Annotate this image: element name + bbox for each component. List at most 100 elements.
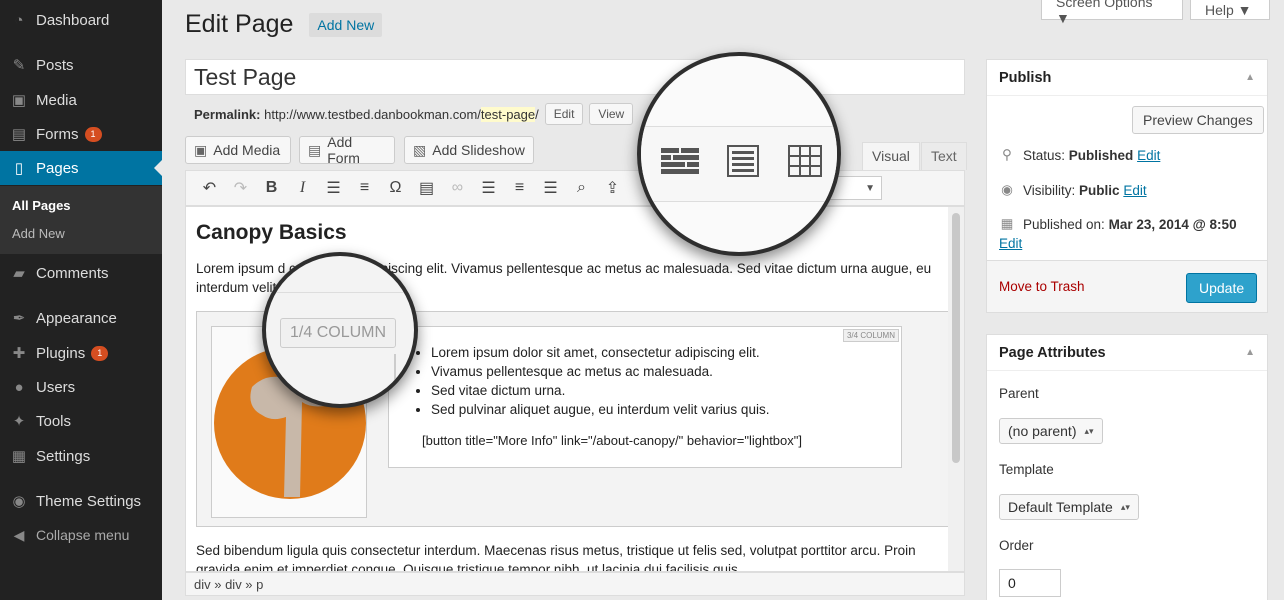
- edit-date-link[interactable]: Edit: [999, 236, 1022, 251]
- element-path: div » div » p: [185, 572, 965, 596]
- eye-icon: ◉: [1001, 182, 1013, 197]
- redo-icon[interactable]: ↷: [225, 173, 256, 203]
- permalink-label: Permalink:: [194, 106, 261, 122]
- theme-settings-icon: ◉: [12, 493, 26, 510]
- list-item: Sed vitae dictum urna.: [431, 381, 769, 400]
- magnifier-column-label: 1/4 COLUMN: [262, 252, 418, 408]
- magnifier-column-icons: [637, 52, 841, 256]
- move-to-trash-link[interactable]: Move to Trash: [999, 279, 1085, 294]
- italic-icon[interactable]: I: [287, 173, 318, 203]
- submenu-add-new[interactable]: Add New: [12, 226, 65, 241]
- template-select[interactable]: Default Template ▴▾: [999, 494, 1139, 520]
- chevron-down-icon: ▼: [865, 182, 875, 194]
- scrollbar-thumb[interactable]: [952, 213, 960, 463]
- permalink-row: Permalink: http://www.testbed.danbookman…: [194, 103, 634, 125]
- menu-tools[interactable]: ✦ Tools: [0, 404, 162, 438]
- media-icon: ▣: [194, 141, 208, 158]
- menu-posts[interactable]: ✎ Posts: [0, 48, 162, 82]
- menu-users[interactable]: ● Users: [0, 370, 162, 404]
- edit-visibility-link[interactable]: Edit: [1123, 183, 1146, 198]
- bold-icon[interactable]: B: [256, 173, 287, 203]
- pages-icon: ▯: [14, 160, 24, 177]
- add-new-button[interactable]: Add New: [309, 12, 383, 37]
- pages-submenu: All Pages Add New: [0, 186, 162, 254]
- omega-icon[interactable]: Ω: [380, 173, 411, 203]
- menu-dashboard[interactable]: ◔ Dashboard: [0, 3, 162, 37]
- status-row: ⚲ Status: Published Edit: [999, 147, 1160, 163]
- permalink-base: http://www.testbed.danbookman.com/: [264, 106, 481, 122]
- select-arrows-icon: ▴▾: [1084, 425, 1094, 436]
- button-shortcode: [button title="More Info" link="/about-c…: [422, 433, 802, 448]
- plugins-icon: ✚: [12, 345, 26, 362]
- page-attributes-box: Page Attributes ▲ Parent (no parent) ▴▾ Te…: [986, 334, 1268, 600]
- submenu-all-pages[interactable]: All Pages: [12, 198, 71, 213]
- menu-comments[interactable]: ▰ Comments: [0, 256, 162, 290]
- comments-icon: ▰: [13, 265, 25, 282]
- tab-visual[interactable]: Visual: [862, 142, 920, 170]
- view-page-button[interactable]: View: [589, 103, 634, 125]
- menu-forms[interactable]: ▤ Forms 1: [0, 117, 162, 151]
- list-item: Sed pulvinar aliquet augue, eu interdum …: [431, 400, 769, 419]
- page-header: Edit Page Add New: [185, 10, 383, 39]
- row-layout-icon[interactable]: [661, 148, 699, 174]
- add-slideshow-button[interactable]: ▧ Add Slideshow: [404, 136, 534, 164]
- settings-icon: ▦: [11, 448, 27, 465]
- list-item: Vivamus pellentesque ac metus ac malesua…: [431, 362, 769, 381]
- menu-settings[interactable]: ▦ Settings: [0, 439, 162, 473]
- content-heading: Canopy Basics: [196, 221, 347, 244]
- visibility-row: ◉ Visibility: Public Edit: [999, 182, 1146, 198]
- users-icon: ●: [14, 378, 24, 396]
- menu-theme-settings[interactable]: ◉ Theme Settings: [0, 484, 162, 518]
- title-input[interactable]: Test Page: [185, 59, 965, 95]
- screen-options-button[interactable]: Screen Options ▼: [1041, 0, 1183, 26]
- collapse-arrow-icon[interactable]: ▲: [1245, 72, 1255, 83]
- update-button[interactable]: Update: [1186, 273, 1258, 303]
- permalink-end: /: [535, 106, 539, 122]
- column-label-1-4: 1/4 COLUMN: [280, 318, 397, 348]
- align-right-icon[interactable]: ☰: [535, 173, 566, 203]
- media-icon: ▣: [11, 92, 27, 109]
- parent-select[interactable]: (no parent) ▴▾: [999, 418, 1103, 444]
- numbered-list-icon[interactable]: ≡: [349, 173, 380, 203]
- edit-status-link[interactable]: Edit: [1137, 148, 1160, 163]
- undo-icon[interactable]: ↶: [194, 173, 225, 203]
- column-label-3-4: 3/4 COLUMN: [842, 329, 899, 342]
- menu-media[interactable]: ▣ Media: [0, 83, 162, 117]
- search-icon[interactable]: ⌕: [566, 173, 597, 203]
- table-layout-icon[interactable]: [788, 145, 822, 177]
- publish-box: Publish ▲ Preview Changes ⚲ Status: Publis…: [986, 59, 1268, 313]
- plugins-badge: 1: [91, 345, 109, 361]
- editor-scrollbar[interactable]: [948, 207, 964, 571]
- add-media-button[interactable]: ▣ Add Media: [185, 136, 291, 164]
- share-icon[interactable]: ⇪: [597, 173, 628, 203]
- order-label: Order: [999, 538, 1034, 553]
- dashboard-icon: ◔: [14, 11, 24, 29]
- appearance-icon: ✒: [12, 310, 26, 327]
- collapse-arrow-icon[interactable]: ▲: [1245, 347, 1255, 358]
- menu-appearance[interactable]: ✒ Appearance: [0, 301, 162, 335]
- add-form-button[interactable]: ▤ Add Form: [299, 134, 395, 166]
- select-arrows-icon: ▴▾: [1120, 501, 1130, 512]
- page-attributes-header[interactable]: Page Attributes ▲: [987, 335, 1267, 371]
- list-layout-icon[interactable]: [727, 145, 759, 177]
- publish-box-header[interactable]: Publish ▲: [987, 60, 1267, 96]
- content-list: Lorem ipsum dolor sit amet, consectetur …: [431, 343, 769, 419]
- align-left-icon[interactable]: ☰: [473, 173, 504, 203]
- tab-text[interactable]: Text: [921, 142, 967, 170]
- align-center-icon[interactable]: ≡: [504, 173, 535, 203]
- permalink-slug: test-page: [480, 106, 536, 122]
- template-label: Template: [999, 462, 1054, 477]
- permalink-edit-button[interactable]: Edit: [544, 103, 584, 125]
- help-button[interactable]: Help ▼: [1190, 0, 1270, 20]
- menu-pages[interactable]: ▯ Pages: [0, 151, 162, 185]
- paste-icon[interactable]: ▤: [411, 173, 442, 203]
- bullet-list-icon[interactable]: ☰: [318, 173, 349, 203]
- menu-collapse[interactable]: ◀ Collapse menu: [0, 518, 162, 552]
- admin-menu: ◔ Dashboard ✎ Posts ▣ Media ▤ Forms 1 ▯ Pages …: [0, 0, 162, 600]
- content-paragraph-2: Sed bibendum ligula quis consectetur int…: [196, 543, 916, 572]
- link-icon[interactable]: ∞: [442, 173, 473, 203]
- order-input[interactable]: 0: [999, 569, 1061, 597]
- preview-changes-button[interactable]: Preview Changes: [1132, 106, 1264, 134]
- menu-plugins[interactable]: ✚ Plugins 1: [0, 336, 162, 370]
- page-title: Edit Page: [185, 10, 294, 38]
